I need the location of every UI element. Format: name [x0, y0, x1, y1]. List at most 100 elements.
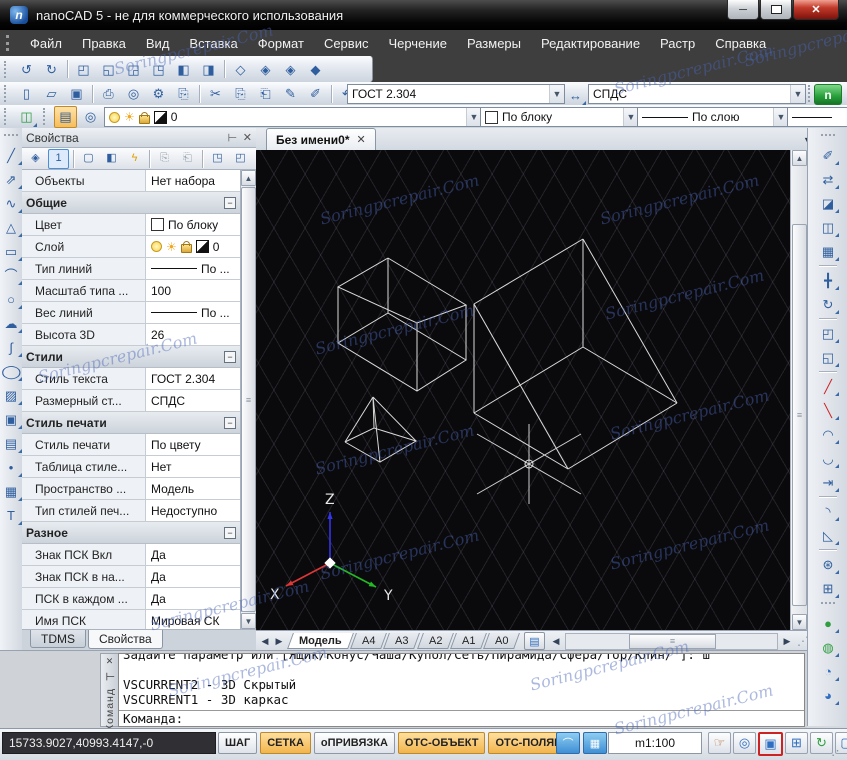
close-icon[interactable]: ✕ [357, 133, 366, 146]
rotate-button[interactable]: ↻ [817, 293, 840, 315]
lineweight-combo[interactable] [787, 107, 847, 127]
explode-attributes-button[interactable]: ⊞ [817, 577, 840, 599]
view-front-button[interactable]: ◧ [172, 58, 195, 80]
toolbar-grip[interactable] [821, 602, 835, 607]
open-contour-button[interactable]: ◡ [817, 447, 840, 469]
image-button[interactable]: ▤ [0, 432, 23, 454]
menu-item-Файл[interactable]: Файл [20, 30, 72, 56]
erase-button[interactable]: ✐ [817, 144, 840, 166]
scrollbar-thumb[interactable]: ≡ [792, 224, 807, 606]
view-right-button[interactable]: ◳ [147, 58, 170, 80]
collapse-icon[interactable]: − [224, 527, 236, 539]
menu-item-Вид[interactable]: Вид [136, 30, 180, 56]
point-button[interactable]: • [0, 456, 23, 478]
property-section-Разное[interactable]: Разное− [22, 522, 241, 544]
panel-tab-Свойства[interactable]: Свойства [88, 630, 163, 649]
property-value[interactable]: По блоку [146, 214, 241, 235]
text-button[interactable]: T [0, 504, 23, 526]
sheet-tab-A3[interactable]: A3 [383, 633, 420, 649]
scroll-down-icon[interactable]: ▼ [241, 613, 256, 629]
property-value[interactable]: По цвету [146, 434, 241, 455]
publish-button[interactable]: ⎘ [172, 83, 195, 105]
sheet-prev-icon[interactable]: ◀ [258, 634, 272, 649]
draw-order-back-button[interactable]: ◍ [817, 636, 840, 658]
regen-button[interactable]: ↻ [810, 732, 833, 754]
sheet-tab-A4[interactable]: A4 [350, 633, 387, 649]
chamfer-button[interactable]: ◺ [817, 524, 840, 546]
spline-button[interactable]: ∫ [0, 336, 23, 358]
hscroll-left-icon[interactable]: ◀ [549, 634, 563, 649]
copy-button[interactable]: ⎘ [229, 83, 252, 105]
new-button[interactable]: ▯ [15, 83, 38, 105]
toolbar-grip[interactable] [4, 134, 18, 139]
layer-combo[interactable]: ☀ 0 ▼ [104, 107, 482, 127]
block-button[interactable]: ▣ [0, 408, 23, 430]
grid-display-button[interactable]: ▦ [583, 732, 607, 754]
menu-item-Редактирование[interactable]: Редактирование [531, 30, 650, 56]
iso-ne-button[interactable]: ◈ [279, 58, 302, 80]
property-value[interactable]: 100 [146, 280, 241, 301]
scale-button[interactable]: ◰ [817, 322, 840, 344]
zoom-extents-button[interactable]: ⊞ [785, 732, 808, 754]
scrollbar-thumb[interactable]: ≡ [629, 634, 715, 649]
document-tab[interactable]: Без имени0* ✕ [266, 128, 376, 150]
close-icon[interactable]: ✕ [243, 131, 252, 144]
command-line[interactable]: Задайте параметр или [Ящик/Конус/Чаша/Ку… [118, 653, 805, 727]
menu-item-Правка[interactable]: Правка [72, 30, 136, 56]
zoom-window-button[interactable]: ▣ [758, 732, 783, 756]
view-left-button[interactable]: ◲ [122, 58, 145, 80]
copy-properties-button[interactable]: ⎘ [154, 149, 175, 169]
toggle-ШАГ[interactable]: ШАГ [218, 732, 257, 754]
property-section-Общие[interactable]: Общие− [22, 192, 241, 214]
property-value[interactable]: Да [146, 588, 241, 609]
property-value[interactable]: ГОСТ 2.304 [146, 368, 241, 389]
fillet-button[interactable]: ◝ [817, 500, 840, 522]
panel-tab-TDMS[interactable]: TDMS [30, 630, 86, 648]
property-value[interactable]: Да [146, 544, 241, 565]
scroll-down-icon[interactable]: ▼ [792, 614, 807, 630]
close-button[interactable]: ✕ [793, 0, 839, 20]
dimension-style-combo[interactable]: СПДС ▼ [588, 84, 806, 104]
orbit-button[interactable]: ↺ [15, 58, 38, 80]
construction-line-button[interactable]: ⇗ [0, 168, 23, 190]
property-value[interactable]: Да [146, 566, 241, 587]
paste-special-button[interactable]: ✎ [279, 83, 302, 105]
pan-hand-button[interactable]: ☞ [708, 732, 731, 754]
trim-button[interactable]: ╱ [817, 375, 840, 397]
collapse-icon[interactable]: − [224, 197, 236, 209]
property-value[interactable]: По ... [146, 258, 241, 279]
viewport-button[interactable]: ◱ [817, 346, 840, 368]
menu-item-Сервис[interactable]: Сервис [314, 30, 379, 56]
scale-display[interactable]: m1:100 [608, 732, 702, 754]
scroll-up-icon[interactable]: ▲ [241, 170, 256, 186]
property-value[interactable]: Мировая СК [146, 610, 241, 629]
mirror-3d-button[interactable]: ◪ [817, 192, 840, 214]
explode-button[interactable]: ⊛ [817, 553, 840, 575]
minimize-button[interactable]: ─ [727, 0, 759, 20]
hscroll-right-icon[interactable]: ▶ [780, 634, 794, 649]
move-button[interactable]: ╋ [817, 269, 840, 291]
command-input[interactable]: Команда: [119, 710, 804, 727]
select-window-button[interactable]: ▢ [78, 149, 99, 169]
sheet-tab-A2[interactable]: A2 [417, 633, 454, 649]
stretch-button[interactable]: ⇥ [817, 471, 840, 493]
toggle-ОТС-ОБЪЕКТ[interactable]: ОТС-ОБЪЕКТ [398, 732, 486, 754]
resize-grip[interactable]: ⋰ [831, 743, 844, 759]
property-value[interactable]: Недоступно [146, 500, 241, 521]
toolbar-grip[interactable] [4, 85, 10, 102]
toolbar-grip[interactable] [43, 108, 49, 125]
select-crossing-button[interactable]: ◧ [101, 149, 122, 169]
linetype-combo[interactable]: По слою ▼ [637, 107, 789, 127]
open-button[interactable]: ▱ [40, 83, 63, 105]
select-frame-button[interactable]: ◳ [207, 149, 228, 169]
save-button[interactable]: ▣ [65, 83, 88, 105]
collapse-icon[interactable]: − [224, 417, 236, 429]
polygon-button[interactable]: △ [0, 216, 23, 238]
toggle-оПРИВЯЗКА[interactable]: оПРИВЯЗКА [314, 732, 395, 754]
quick-select-button[interactable]: ϟ [124, 149, 145, 169]
cloud-button[interactable]: ☁ [0, 312, 23, 334]
contour-button[interactable]: ◫ [817, 216, 840, 238]
pin-icon[interactable]: ⊥ [103, 672, 116, 682]
arc-button[interactable]: ⌒ [0, 264, 23, 286]
dimension-style-button[interactable]: ↔ [564, 84, 587, 106]
